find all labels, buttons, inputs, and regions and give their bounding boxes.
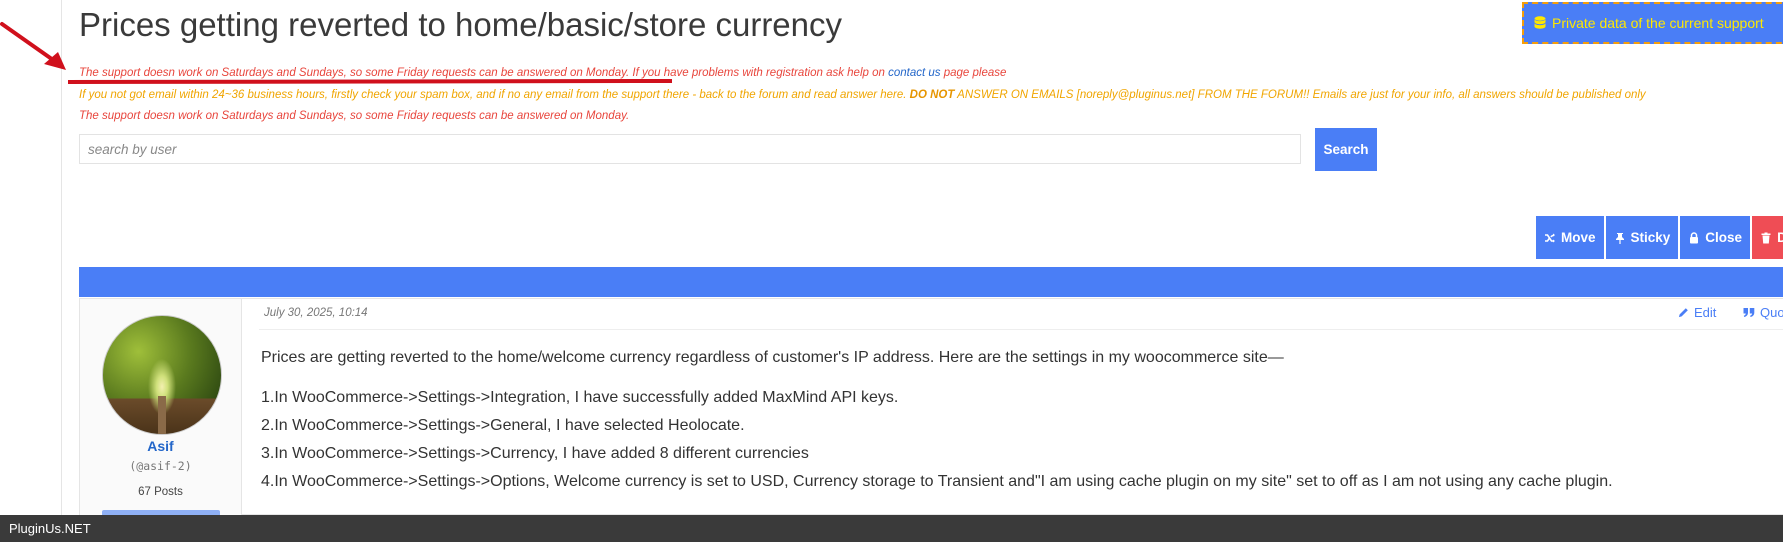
annotation-underline <box>68 79 672 84</box>
delete-label: D <box>1777 230 1783 245</box>
search-by-user-input[interactable] <box>79 134 1301 164</box>
annotation-arrow <box>0 22 66 70</box>
notice-email-warning: DO NOT <box>909 89 955 101</box>
quote-post-link[interactable]: Quo <box>1743 305 1783 320</box>
post-lead-paragraph: Prices are getting reverted to the home/… <box>261 349 1284 366</box>
forum-post: Asif (@asif-2) 67 Posts July 30, 2025, 1… <box>79 298 1783 516</box>
move-label: Move <box>1561 230 1596 245</box>
delete-button[interactable]: D <box>1752 216 1783 259</box>
avatar-path <box>158 396 166 434</box>
post-date: July 30, 2025, 10:14 <box>264 307 368 319</box>
post-author-panel: Asif (@asif-2) 67 Posts <box>80 299 242 516</box>
edit-label: Edit <box>1694 305 1717 320</box>
post-list-item: 1.In WooCommerce->Settings->Integration,… <box>261 389 899 406</box>
private-data-label: Private data of the current support <box>1552 15 1764 31</box>
topic-action-bar: Move Sticky Close D <box>1536 216 1783 259</box>
post-header-divider <box>259 329 1783 330</box>
author-name-link[interactable]: Asif <box>80 438 241 454</box>
post-list-item: 3.In WooCommerce->Settings->Currency, I … <box>261 445 809 462</box>
edit-post-link[interactable]: Edit <box>1678 305 1716 320</box>
avatar[interactable] <box>102 315 222 435</box>
topic-header-bar <box>79 267 1783 297</box>
sticky-button[interactable]: Sticky <box>1605 216 1679 259</box>
private-data-button[interactable]: Private data of the current support <box>1522 2 1783 44</box>
search-button[interactable]: Search <box>1315 128 1377 171</box>
post-list-item: 4.In WooCommerce->Settings->Options, Wel… <box>261 473 1613 490</box>
database-icon <box>1534 16 1546 29</box>
notice-email-text-end: ANSWER ON EMAILS [noreply@pluginus.net] … <box>954 89 1646 101</box>
trash-icon <box>1761 232 1771 243</box>
sticky-label: Sticky <box>1630 230 1671 245</box>
contact-us-link[interactable]: contact us <box>888 67 940 79</box>
site-footer: PluginUs.NET <box>0 515 1783 542</box>
page-title: Prices getting reverted to home/basic/st… <box>79 6 843 43</box>
notice-registration-tail: page please <box>940 67 1007 79</box>
quote-label: Quo <box>1760 305 1783 320</box>
thumbtack-icon <box>1615 232 1624 244</box>
close-topic-button[interactable]: Close <box>1680 216 1751 259</box>
quote-icon <box>1743 308 1755 317</box>
move-button[interactable]: Move <box>1536 216 1604 259</box>
footer-brand: PluginUs.NET <box>9 521 91 536</box>
post-list-item: 2.In WooCommerce->Settings->General, I h… <box>261 417 745 434</box>
pencil-icon <box>1678 308 1688 318</box>
shuffle-icon <box>1545 233 1555 242</box>
author-post-count: 67 Posts <box>138 486 183 498</box>
post-content: Prices are getting reverted to the home/… <box>261 349 1781 501</box>
lock-icon <box>1690 231 1699 243</box>
author-handle: (@asif-2) <box>129 459 192 473</box>
close-label: Close <box>1705 230 1743 245</box>
support-notice-weekend: The support doesn work on Saturdays and … <box>79 110 630 122</box>
support-notice-email: If you not got email within 24~36 busine… <box>79 89 1646 101</box>
notice-email-text-start: If you not got email within 24~36 busine… <box>79 89 910 101</box>
